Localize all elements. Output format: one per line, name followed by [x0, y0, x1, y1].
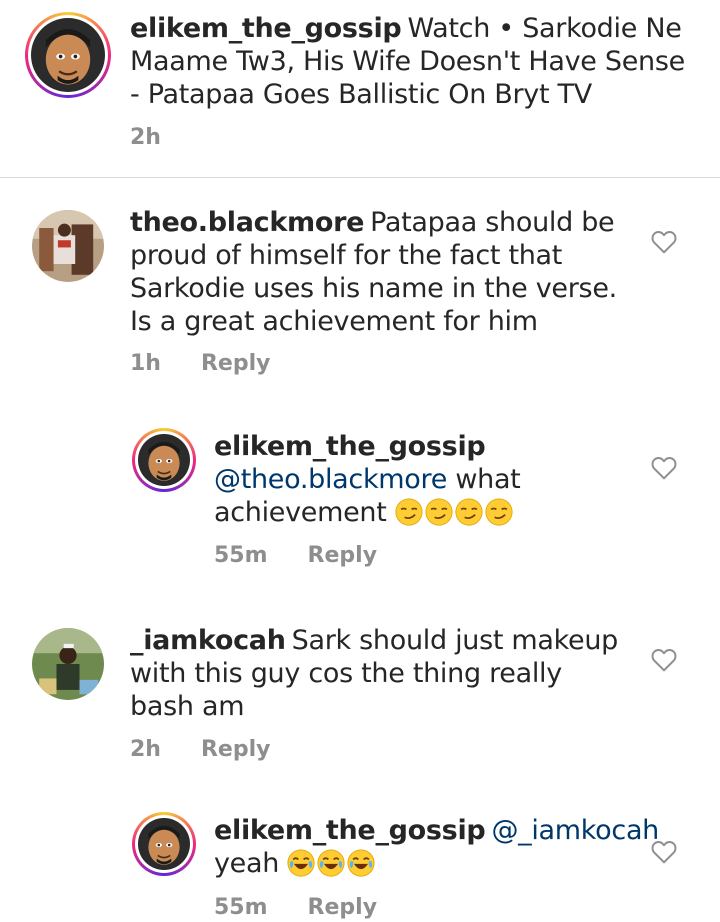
- smirking-face-emoji-icon: [455, 498, 483, 526]
- comment-text: theo.blackmore Patapaa should be proud of…: [130, 206, 630, 338]
- caption-time: 2h: [130, 125, 161, 150]
- comment-text: _iamkocah Sark should just makeup with th…: [130, 624, 630, 723]
- heart-outline-icon[interactable]: [651, 840, 677, 864]
- reply-button[interactable]: Reply: [201, 736, 271, 764]
- reply-button[interactable]: Reply: [308, 542, 378, 570]
- heart-outline-icon[interactable]: [651, 648, 677, 672]
- reply-button[interactable]: Reply: [308, 894, 378, 922]
- caption-username[interactable]: elikem_the_gossip: [130, 13, 402, 44]
- reply-username[interactable]: elikem_the_gossip: [214, 815, 486, 846]
- caption-row: elikem_the_gossip Watch • Sarkodie Ne Maa…: [0, 0, 720, 177]
- cartoon-face-avatar-icon: [138, 434, 190, 486]
- reply-row: elikem_the_gossip @theo.blackmore what a…: [0, 420, 720, 590]
- face-with-tears-of-joy-emoji-icon: [317, 849, 345, 877]
- cartoon-face-avatar-icon: [31, 18, 105, 92]
- user-photo-avatar-icon: [32, 210, 104, 282]
- avatar[interactable]: [32, 210, 104, 282]
- caption-text: elikem_the_gossip Watch • Sarkodie Ne Maa…: [130, 12, 690, 111]
- caption-meta: 2h: [130, 124, 161, 152]
- reply-username[interactable]: elikem_the_gossip: [214, 431, 486, 462]
- reply-meta: 55m Reply: [214, 542, 377, 570]
- face-with-tears-of-joy-emoji-icon: [287, 849, 315, 877]
- face-with-tears-of-joy-emoji-icon: [347, 849, 375, 877]
- comment-username[interactable]: theo.blackmore: [130, 207, 364, 238]
- reply-row: elikem_the_gossip @_iamkocah yeah 55m Repl…: [0, 806, 720, 920]
- avatar[interactable]: [32, 628, 104, 700]
- comment-username[interactable]: _iamkocah: [130, 625, 286, 656]
- comment-row: theo.blackmore Patapaa should be proud of…: [0, 178, 720, 398]
- reply-meta: 55m Reply: [214, 894, 377, 922]
- comment-time: 1h: [130, 351, 161, 376]
- comment-time: 2h: [130, 737, 161, 762]
- mention-link[interactable]: @_iamkocah: [491, 815, 659, 846]
- reply-button[interactable]: Reply: [201, 350, 271, 378]
- avatar[interactable]: [25, 12, 111, 98]
- heart-outline-icon[interactable]: [651, 456, 677, 480]
- heart-outline-icon[interactable]: [651, 230, 677, 254]
- reply-time: 55m: [214, 895, 268, 920]
- avatar[interactable]: [132, 812, 196, 876]
- smirking-face-emoji-icon: [425, 498, 453, 526]
- reply-text: elikem_the_gossip @theo.blackmore what a…: [214, 430, 634, 529]
- reply-time: 55m: [214, 543, 268, 568]
- avatar[interactable]: [132, 428, 196, 492]
- cartoon-face-avatar-icon: [138, 818, 190, 870]
- comment-meta: 1h Reply: [130, 350, 270, 378]
- comment-row: _iamkocah Sark should just makeup with th…: [0, 600, 720, 780]
- smirking-face-emoji-icon: [485, 498, 513, 526]
- comment-meta: 2h Reply: [130, 736, 270, 764]
- reply-body: yeah: [214, 848, 280, 879]
- emoji-group: [287, 848, 377, 879]
- user-photo-avatar-icon: [32, 628, 104, 700]
- mention-link[interactable]: @theo.blackmore: [214, 464, 447, 495]
- emoji-group: [395, 497, 515, 528]
- smirking-face-emoji-icon: [395, 498, 423, 526]
- reply-text: elikem_the_gossip @_iamkocah yeah: [214, 814, 659, 880]
